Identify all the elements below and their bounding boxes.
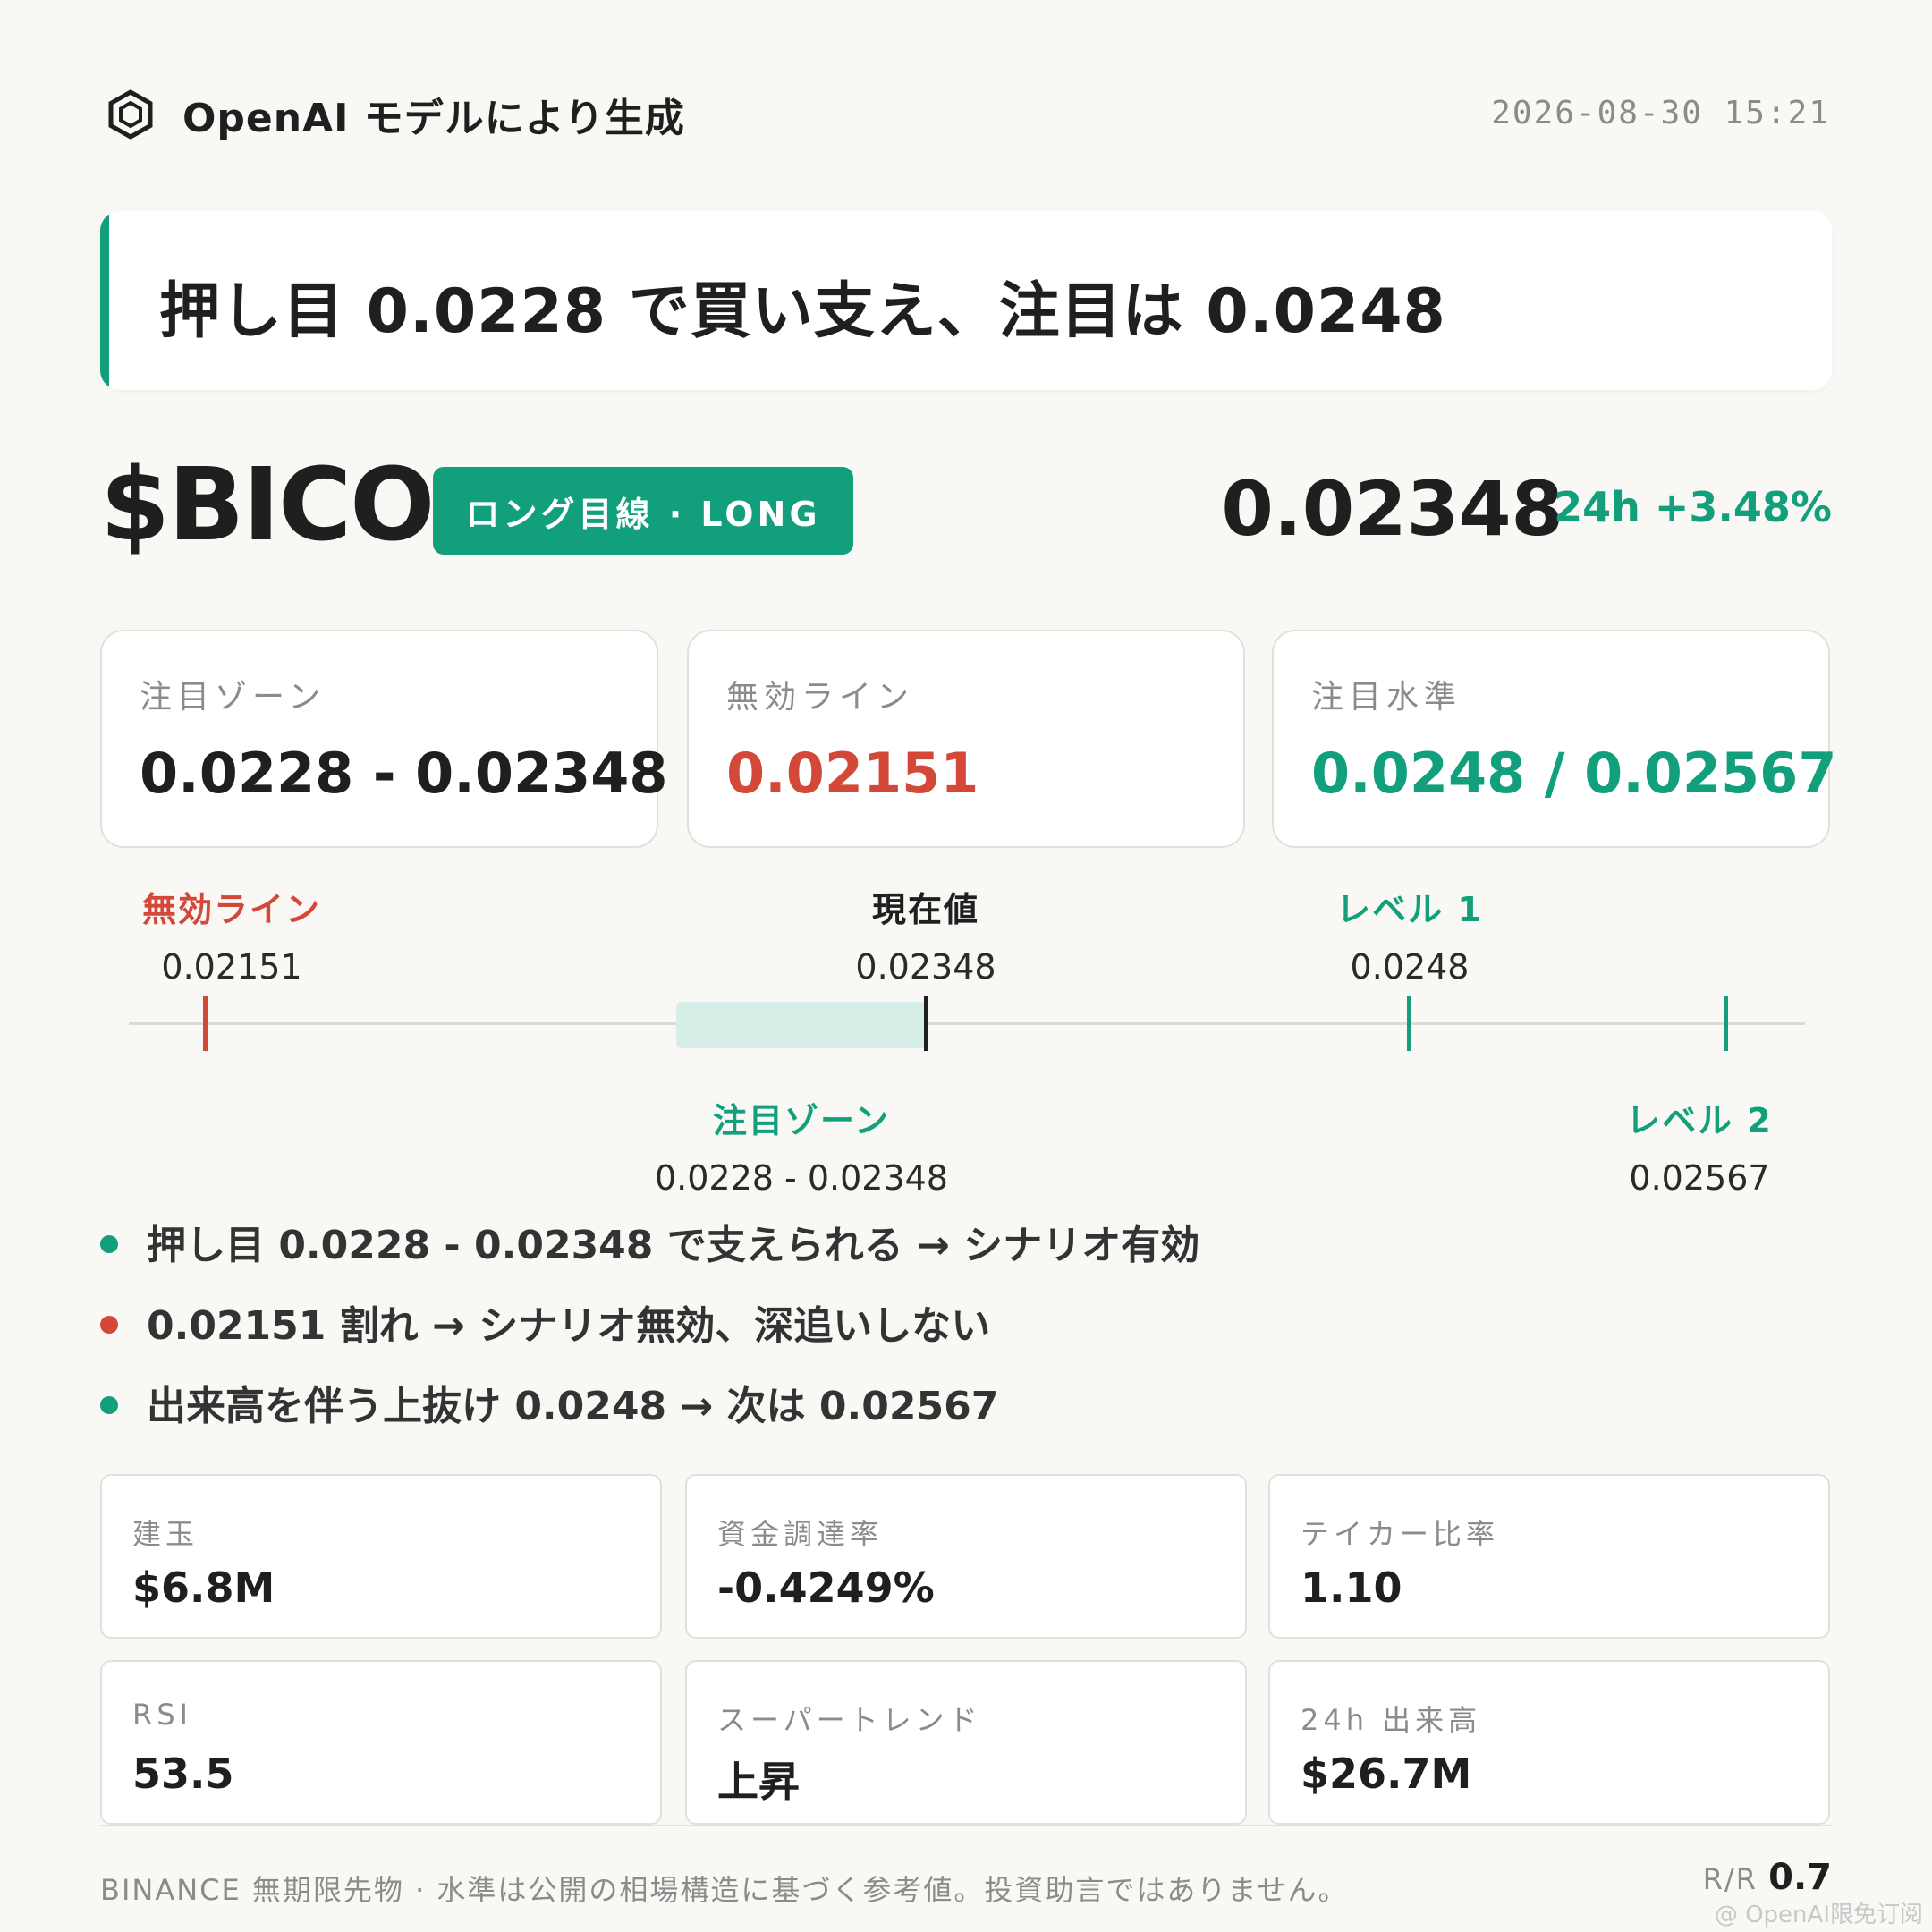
metric-value: -0.4249% xyxy=(717,1563,935,1612)
hexagon-logo-icon xyxy=(108,89,153,140)
metric-value: 53.5 xyxy=(132,1750,234,1798)
current-marker-title: 現在値 xyxy=(871,890,979,929)
bullet-text: 押し目 0.0228 - 0.02348 で支えられる → シナリオ有効 xyxy=(147,1223,1200,1268)
invalidation-tick xyxy=(203,996,208,1051)
zone-marker-title: 注目ゾーン xyxy=(712,1101,891,1140)
metric-value: 1.10 xyxy=(1301,1563,1402,1612)
metric-value: $26.7M xyxy=(1301,1750,1472,1798)
target-card-label: 注目水準 xyxy=(1311,679,1462,716)
change-24h: 24h +3.48% xyxy=(1554,483,1832,531)
level1-marker: レベル 1 0.0248 xyxy=(1231,882,1589,987)
metric-open-interest: 建玉 $6.8M xyxy=(100,1474,662,1639)
metric-rsi: RSI 53.5 xyxy=(100,1660,662,1825)
current-price-marker: 現在値 0.02348 xyxy=(747,882,1105,987)
zone-band xyxy=(676,1002,927,1048)
disclaimer: BINANCE 無期限先物 · 水準は公開の相場構造に基づく参考値。投資助言では… xyxy=(100,1873,1349,1907)
invalidation-marker-value: 0.02151 xyxy=(161,947,302,987)
metric-label: 資金調達率 xyxy=(717,1517,884,1551)
zone-card: 注目ゾーン 0.0228 - 0.02348 xyxy=(100,630,668,848)
scenario-bullet: 0.02151 割れ → シナリオ無効、深追いしない xyxy=(100,1293,990,1351)
direction-badge: ロング目線 · LONG xyxy=(433,467,853,555)
invalidation-card-label: 無効ライン xyxy=(726,679,915,716)
metric-taker-ratio: テイカー比率 1.10 xyxy=(1268,1474,1830,1639)
metric-label: 建玉 xyxy=(132,1517,199,1551)
rr-label: R/R xyxy=(1702,1862,1769,1896)
target-card: 注目水準 0.0248 / 0.02567 xyxy=(1272,630,1836,848)
level2-marker: レベル 2 0.02567 xyxy=(1521,1093,1878,1198)
metric-label: RSI xyxy=(132,1698,192,1732)
current-marker-value: 0.02348 xyxy=(855,947,996,987)
metric-label: 24h 出来高 xyxy=(1301,1703,1482,1737)
brand-label: OpenAI モデルにより生成 xyxy=(182,96,685,141)
bullet-text: 0.02151 割れ → シナリオ無効、深追いしない xyxy=(147,1303,991,1349)
footer-divider xyxy=(100,1825,1832,1826)
metric-supertrend: スーパートレンド 上昇 xyxy=(685,1660,1247,1825)
invalidation-card-value: 0.02151 xyxy=(726,741,979,806)
level1-tick xyxy=(1407,996,1411,1051)
zone-marker-value: 0.0228 - 0.02348 xyxy=(655,1158,948,1198)
headline-card: 押し目 0.0228 で買い支え、注目は 0.0248 xyxy=(100,211,1832,390)
bullet-dot-icon xyxy=(100,1396,118,1414)
watermark: @ OpenAI限免订阅 xyxy=(1714,1902,1923,1928)
risk-reward: R/R 0.7 xyxy=(1703,1857,1832,1898)
current-price: 0.02348 xyxy=(1221,465,1563,553)
current-price-tick xyxy=(924,996,928,1051)
price-track xyxy=(129,1022,1805,1025)
invalidation-marker-title: 無効ライン xyxy=(141,890,321,929)
invalidation-card: 無効ライン 0.02151 xyxy=(687,630,1245,848)
metric-funding-rate: 資金調達率 -0.4249% xyxy=(685,1474,1247,1639)
level2-marker-value: 0.02567 xyxy=(1629,1158,1770,1198)
metric-label: テイカー比率 xyxy=(1301,1517,1500,1551)
bullet-dot-icon xyxy=(100,1235,118,1253)
level2-tick xyxy=(1724,996,1728,1051)
headline: 押し目 0.0228 で買い支え、注目は 0.0248 xyxy=(159,276,1446,347)
rr-value: 0.7 xyxy=(1768,1857,1832,1898)
zone-marker: 注目ゾーン 0.0228 - 0.02348 xyxy=(623,1093,980,1198)
timestamp: 2026-08-30 15:21 xyxy=(1491,95,1830,131)
metric-value: 上昇 xyxy=(717,1758,800,1806)
metric-volume-24h: 24h 出来高 $26.7M xyxy=(1268,1660,1830,1825)
headline-accent-bar xyxy=(100,211,109,390)
invalidation-marker: 無効ライン 0.02151 xyxy=(53,882,411,987)
ticker-symbol: $BICO xyxy=(100,447,435,564)
zone-card-value: 0.0228 - 0.02348 xyxy=(140,741,668,806)
zone-card-label: 注目ゾーン xyxy=(140,679,326,716)
target-card-value: 0.0248 / 0.02567 xyxy=(1311,741,1837,806)
level2-marker-title: レベル 2 xyxy=(1626,1101,1773,1140)
scenario-bullet: 出来高を伴う上抜け 0.0248 → 次は 0.02567 xyxy=(100,1374,998,1431)
level1-marker-value: 0.0248 xyxy=(1350,947,1470,987)
bullet-text: 出来高を伴う上抜け 0.0248 → 次は 0.02567 xyxy=(147,1384,999,1429)
metric-label: スーパートレンド xyxy=(717,1703,982,1737)
level1-marker-title: レベル 1 xyxy=(1336,890,1483,929)
scenario-bullet: 押し目 0.0228 - 0.02348 で支えられる → シナリオ有効 xyxy=(100,1213,1199,1270)
metric-value: $6.8M xyxy=(132,1563,275,1612)
bullet-dot-icon xyxy=(100,1316,118,1334)
